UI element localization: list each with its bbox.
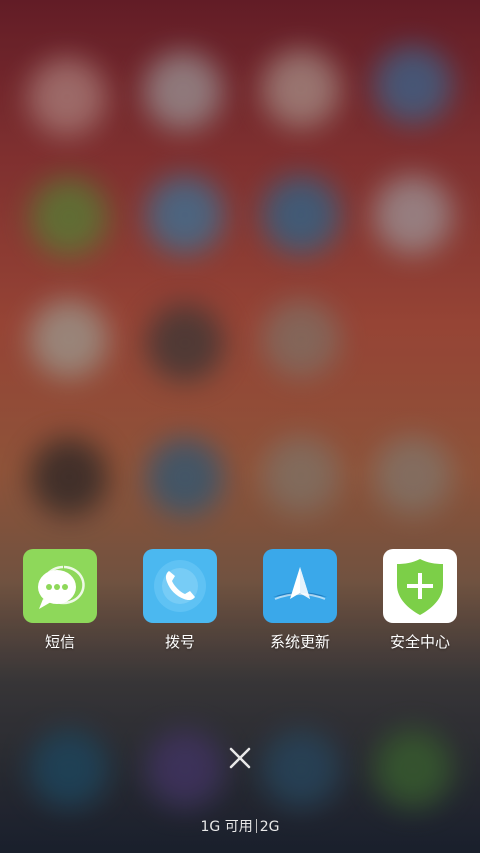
- app-label: 系统更新: [269, 633, 330, 651]
- app-system-update[interactable]: 系统更新: [240, 549, 360, 652]
- app-label: 安全中心: [389, 633, 450, 651]
- recent-apps-row: 短信 拨号 系统更新 安全中心: [0, 549, 480, 659]
- close-icon: [229, 747, 251, 769]
- app-sms[interactable]: 短信: [0, 549, 120, 652]
- system-update-icon: [263, 549, 337, 623]
- background-dim-overlay: [0, 0, 480, 853]
- app-label: 拨号: [164, 633, 195, 651]
- security-center-icon: [383, 549, 457, 623]
- app-phone[interactable]: 拨号: [120, 549, 240, 652]
- memory-separator: [255, 819, 257, 833]
- app-label: 短信: [44, 633, 75, 651]
- sms-icon: [23, 549, 97, 623]
- app-security-center[interactable]: 安全中心: [360, 549, 480, 652]
- phone-icon: [143, 549, 217, 623]
- memory-status: 1G 可用 2G: [0, 816, 480, 836]
- memory-available: 1G 可用: [200, 819, 253, 835]
- recent-apps-screen: 短信 拨号 系统更新 安全中心 1G 可用 2G: [0, 0, 480, 853]
- close-all-button[interactable]: [220, 738, 260, 778]
- memory-total: 2G: [259, 819, 280, 835]
